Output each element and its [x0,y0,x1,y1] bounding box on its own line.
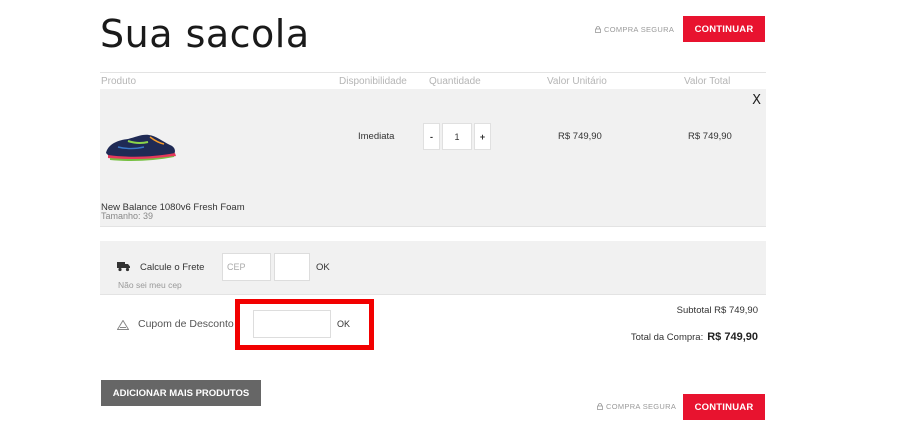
availability-value: Imediata [358,131,395,142]
column-header-total-price: Valor Total [684,76,731,87]
increase-quantity-button[interactable]: + [474,123,491,150]
product-image[interactable] [104,127,178,168]
column-header-availability: Disponibilidade [339,76,407,87]
coupon-label: Cupom de Desconto [138,318,234,330]
secure-purchase-label: COMPRA SEGURA [604,25,675,34]
total-label: Total da Compra: [630,332,704,343]
total-price-value: R$ 749,90 [688,131,732,142]
secure-purchase-label: COMPRA SEGURA [606,402,677,411]
tag-icon [116,317,130,335]
total-value: R$ 749,90 [707,331,758,343]
decrease-quantity-button[interactable]: - [423,123,440,150]
secure-purchase-badge-bottom: COMPRA SEGURA [597,402,676,411]
page-title: Sua sacola [100,12,310,56]
column-header-unit-price: Valor Unitário [547,76,607,87]
truck-icon [117,259,131,277]
unknown-cep-link[interactable]: Não sei meu cep [118,280,182,290]
lock-icon [595,26,601,33]
continue-button-bottom[interactable]: CONTINUAR [683,394,765,420]
continue-button[interactable]: CONTINUAR [683,16,765,42]
quantity-stepper: - 1 + [423,123,491,150]
cep-input[interactable]: CEP [222,253,271,281]
cart-item-row: X Imediata - 1 + R$ 749,90 R$ 749,90 New… [100,89,766,227]
remove-item-button[interactable]: X [752,93,761,108]
subtotal: Subtotal R$ 749,90 [676,305,758,316]
column-header-quantity: Quantidade [429,76,481,87]
shipping-label: Calcule o Frete [140,262,205,273]
cart-table-header: Produto Disponibilidade Quantidade Valor… [100,72,766,89]
cep-suffix-input[interactable] [274,253,310,281]
shipping-ok-button[interactable]: OK [316,262,330,273]
secure-purchase-badge: COMPRA SEGURA [595,25,674,34]
column-header-product: Produto [101,76,137,87]
product-size: Tamanho: 39 [101,211,154,221]
order-total: Total da Compra: R$ 749,90 [631,331,758,343]
shipping-calculator: Calcule o Frete CEP OK Não sei meu cep [100,241,766,295]
add-more-products-button[interactable]: ADICIONAR MAIS PRODUTOS [101,380,261,406]
unit-price-value: R$ 749,90 [558,131,602,142]
highlight-box [235,299,374,350]
lock-icon [597,403,603,410]
quantity-input[interactable]: 1 [442,123,472,150]
